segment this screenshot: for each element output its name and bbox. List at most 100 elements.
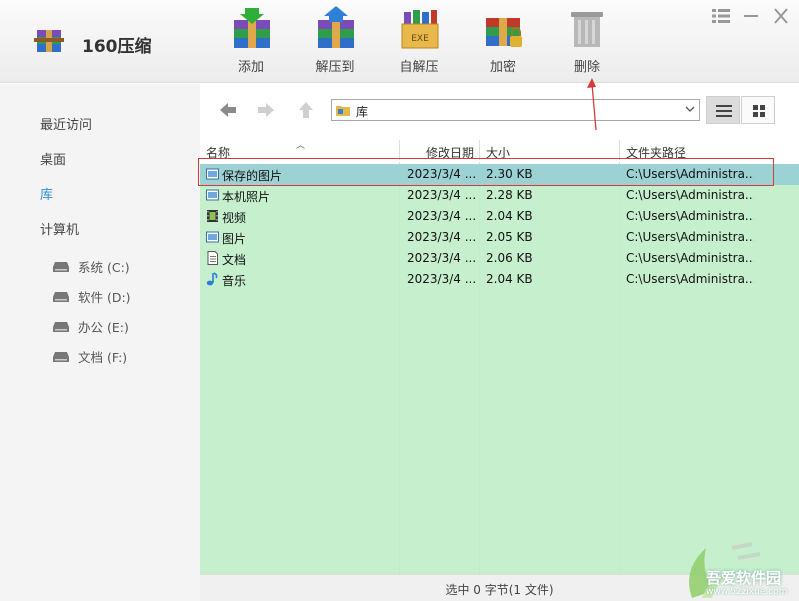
extract-label: 解压到 [315, 60, 355, 75]
cell-name: 保存的图片 [222, 169, 283, 183]
column-header-size[interactable]: 大小 [486, 144, 510, 161]
delete-label: 删除 [573, 60, 600, 75]
cell-name: 图片 [222, 232, 247, 246]
drive-icon [53, 292, 69, 302]
app-logo-icon [34, 30, 64, 52]
header-divider [619, 140, 620, 160]
column-header-path[interactable]: 文件夹路径 [626, 144, 686, 161]
table-header: ︿ 名称 修改日期 大小 文件夹路径 [200, 138, 799, 162]
drive-label: 文档 (F:) [78, 350, 128, 365]
cell-name: 文档 [222, 253, 247, 267]
list-view-button[interactable] [706, 96, 740, 124]
encrypt-lock-icon [486, 18, 522, 47]
navigation-bar: 库 [200, 84, 799, 138]
add-button[interactable]: 添加 [216, 4, 286, 76]
cell-path: C:\Users\Administra... [626, 209, 754, 223]
table-row[interactable]: 文档 2023/3/4 ... 2.06 KB C:\Users\Adminis… [200, 248, 799, 269]
close-icon[interactable] [772, 8, 790, 24]
sidebar-item-library[interactable]: 库 [40, 184, 53, 203]
cell-date: 2023/3/4 ... [407, 230, 477, 244]
cell-path: C:\Users\Administra... [626, 251, 754, 265]
chevron-down-icon [685, 106, 695, 112]
drive-label: 软件 (D:) [78, 290, 131, 305]
exe-archive-icon: EXE [401, 10, 439, 49]
trash-icon [571, 12, 603, 47]
cell-name: 音乐 [222, 274, 247, 288]
column-header-date[interactable]: 修改日期 [426, 144, 474, 161]
annotation-arrow-icon [587, 78, 597, 131]
encrypt-label: 加密 [489, 60, 516, 75]
document-library-icon [207, 251, 218, 265]
up-arrow-icon[interactable] [296, 100, 316, 120]
cell-size: 2.28 KB [486, 188, 533, 202]
cell-date: 2023/3/4 ... [407, 188, 477, 202]
sort-ascending-icon: ︿ [296, 141, 306, 151]
cell-path: C:\Users\Administra... [626, 272, 754, 286]
self-extract-button[interactable]: EXE 自解压 [384, 4, 454, 76]
sidebar: 最近访问 桌面 库 计算机 系统 (C:) 软件 (D:) 办公 (E:) 文档… [0, 84, 200, 601]
drive-label: 办公 (E:) [78, 320, 129, 335]
table-row[interactable]: 本机照片 2023/3/4 ... 2.28 KB C:\Users\Admin… [200, 185, 799, 206]
watermark-text: 吾爱软件园 [706, 569, 782, 587]
cell-path: C:\Users\Administra... [626, 167, 754, 181]
cell-size: 2.30 KB [486, 167, 533, 181]
drive-icon [53, 262, 69, 272]
path-dropdown[interactable]: 库 [331, 99, 700, 121]
cell-size: 2.04 KB [486, 209, 533, 223]
cell-date: 2023/3/4 ... [407, 251, 477, 265]
exe-badge: EXE [411, 34, 429, 44]
extract-icon [318, 6, 354, 48]
library-folder-icon [336, 106, 350, 116]
drive-d[interactable]: 软件 (D:) [52, 287, 131, 306]
watermark-url: www.52zixue.com [706, 587, 788, 597]
sidebar-item-desktop[interactable]: 桌面 [40, 149, 66, 168]
drive-label: 系统 (C:) [78, 260, 130, 275]
header-divider [479, 140, 480, 160]
cell-size: 2.06 KB [486, 251, 533, 265]
sidebar-item-computer[interactable]: 计算机 [40, 219, 79, 238]
column-header-name[interactable]: 名称 [206, 144, 230, 161]
self-extract-label: 自解压 [399, 60, 439, 75]
forward-arrow-icon[interactable] [256, 100, 276, 120]
header-divider [399, 140, 400, 160]
cell-date: 2023/3/4 ... [407, 167, 477, 181]
menu-icon[interactable] [712, 8, 730, 24]
list-view-icon [716, 105, 732, 117]
path-text: 库 [356, 105, 369, 119]
extract-to-button[interactable]: 解压到 [300, 4, 370, 76]
add-label: 添加 [237, 60, 264, 75]
grid-view-icon [753, 105, 765, 117]
add-archive-icon [234, 8, 270, 48]
delete-button[interactable]: 删除 [552, 4, 622, 76]
drive-c[interactable]: 系统 (C:) [52, 257, 130, 276]
picture-library-icon [206, 231, 219, 243]
table-row[interactable]: 保存的图片 2023/3/4 ... 2.30 KB C:\Users\Admi… [200, 164, 799, 185]
back-arrow-icon[interactable] [218, 100, 238, 120]
cell-name: 视频 [222, 211, 247, 225]
cell-size: 2.05 KB [486, 230, 533, 244]
toolbar: 160压缩 添加 解压到 EXE 自解压 加密 删除 [0, 0, 799, 83]
cell-path: C:\Users\Administra... [626, 230, 754, 244]
minimize-icon[interactable] [742, 8, 760, 24]
cell-name: 本机照片 [222, 190, 271, 204]
picture-library-icon [206, 189, 219, 201]
music-library-icon [206, 272, 218, 286]
table-row[interactable]: 音乐 2023/3/4 ... 2.04 KB C:\Users\Adminis… [200, 269, 799, 290]
app-title: 160压缩 [82, 37, 152, 57]
drive-icon [53, 322, 69, 332]
table-row[interactable]: 视频 2023/3/4 ... 2.04 KB C:\Users\Adminis… [200, 206, 799, 227]
cell-date: 2023/3/4 ... [407, 209, 477, 223]
grid-view-button[interactable] [741, 96, 775, 124]
table-row[interactable]: 图片 2023/3/4 ... 2.05 KB C:\Users\Adminis… [200, 227, 799, 248]
drive-f[interactable]: 文档 (F:) [52, 347, 127, 366]
picture-library-icon [206, 168, 219, 180]
sidebar-item-recent[interactable]: 最近访问 [40, 114, 92, 133]
cell-size: 2.04 KB [486, 272, 533, 286]
encrypt-button[interactable]: 加密 [468, 4, 538, 76]
cell-date: 2023/3/4 ... [407, 272, 477, 286]
file-list: ︿ 名称 修改日期 大小 文件夹路径 保存的图片 2023/3/4 ... 2.… [200, 138, 799, 574]
video-library-icon [207, 210, 218, 222]
cell-path: C:\Users\Administra... [626, 188, 754, 202]
drive-e[interactable]: 办公 (E:) [52, 317, 129, 336]
drive-icon [53, 352, 69, 362]
